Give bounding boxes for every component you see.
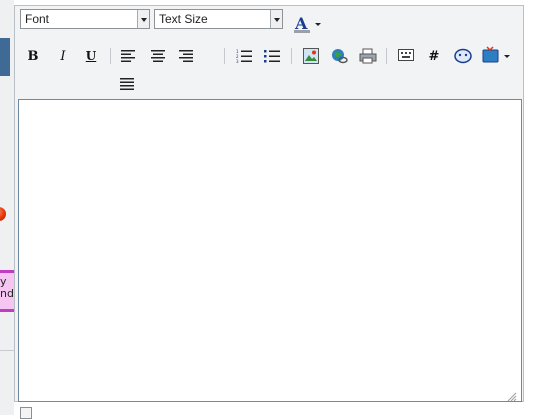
align-center-button[interactable] <box>147 46 169 66</box>
hashtag-icon: # <box>428 48 440 64</box>
media-button[interactable] <box>482 46 514 66</box>
toolbar-separator <box>110 48 111 64</box>
insert-link-icon <box>332 49 348 64</box>
underline-icon: U <box>85 49 97 63</box>
insert-link-button[interactable] <box>329 46 351 66</box>
media-icon <box>482 46 510 63</box>
editor-content-area[interactable] <box>18 99 522 402</box>
toolbar-separator <box>224 48 225 64</box>
svg-text:3: 3 <box>236 59 239 63</box>
toolbar-separator <box>386 48 387 64</box>
toolbar-separator <box>291 48 292 64</box>
italic-icon: I <box>60 48 66 64</box>
font-select-value: Font <box>25 12 50 26</box>
unordered-list-button[interactable] <box>261 46 283 66</box>
hashtag-button[interactable]: # <box>423 46 445 66</box>
align-center-icon <box>151 50 165 62</box>
text-size-select-arrow-icon[interactable] <box>270 10 282 28</box>
text-size-select-value: Text Size <box>159 12 208 26</box>
italic-button[interactable]: I <box>52 46 74 66</box>
left-blue-bar <box>0 38 10 76</box>
print-icon <box>359 48 377 64</box>
font-select[interactable]: Font <box>20 9 150 29</box>
bold-button[interactable]: B <box>22 46 44 66</box>
insert-image-button[interactable] <box>300 46 322 66</box>
font-select-arrow-icon[interactable] <box>137 10 149 28</box>
text-color-icon: A <box>294 14 321 33</box>
align-right-button[interactable] <box>175 46 197 66</box>
keyboard-icon <box>398 49 414 61</box>
align-left-button[interactable] <box>118 46 140 66</box>
align-left-icon <box>121 50 135 62</box>
underline-button[interactable]: U <box>80 46 102 66</box>
ordered-list-icon: 1 2 3 <box>236 49 252 63</box>
insert-image-icon <box>303 48 319 64</box>
text-size-select[interactable]: Text Size <box>154 9 283 29</box>
justify-icon <box>120 78 134 90</box>
unordered-list-icon <box>264 50 280 63</box>
keyboard-button[interactable] <box>395 46 417 66</box>
bottom-text-fragment <box>36 409 366 417</box>
print-button[interactable] <box>357 46 379 66</box>
resize-grip-icon[interactable] <box>507 387 517 402</box>
smiley-icon <box>454 48 472 64</box>
align-right-icon <box>179 50 193 62</box>
text-color-button[interactable]: A <box>292 13 324 35</box>
left-divider <box>0 350 14 351</box>
ordered-list-button[interactable]: 1 2 3 <box>233 46 255 66</box>
bold-icon: B <box>27 48 39 64</box>
bottom-checkbox[interactable] <box>20 407 32 419</box>
justify-button[interactable] <box>117 74 139 94</box>
smiley-button[interactable] <box>452 46 474 66</box>
